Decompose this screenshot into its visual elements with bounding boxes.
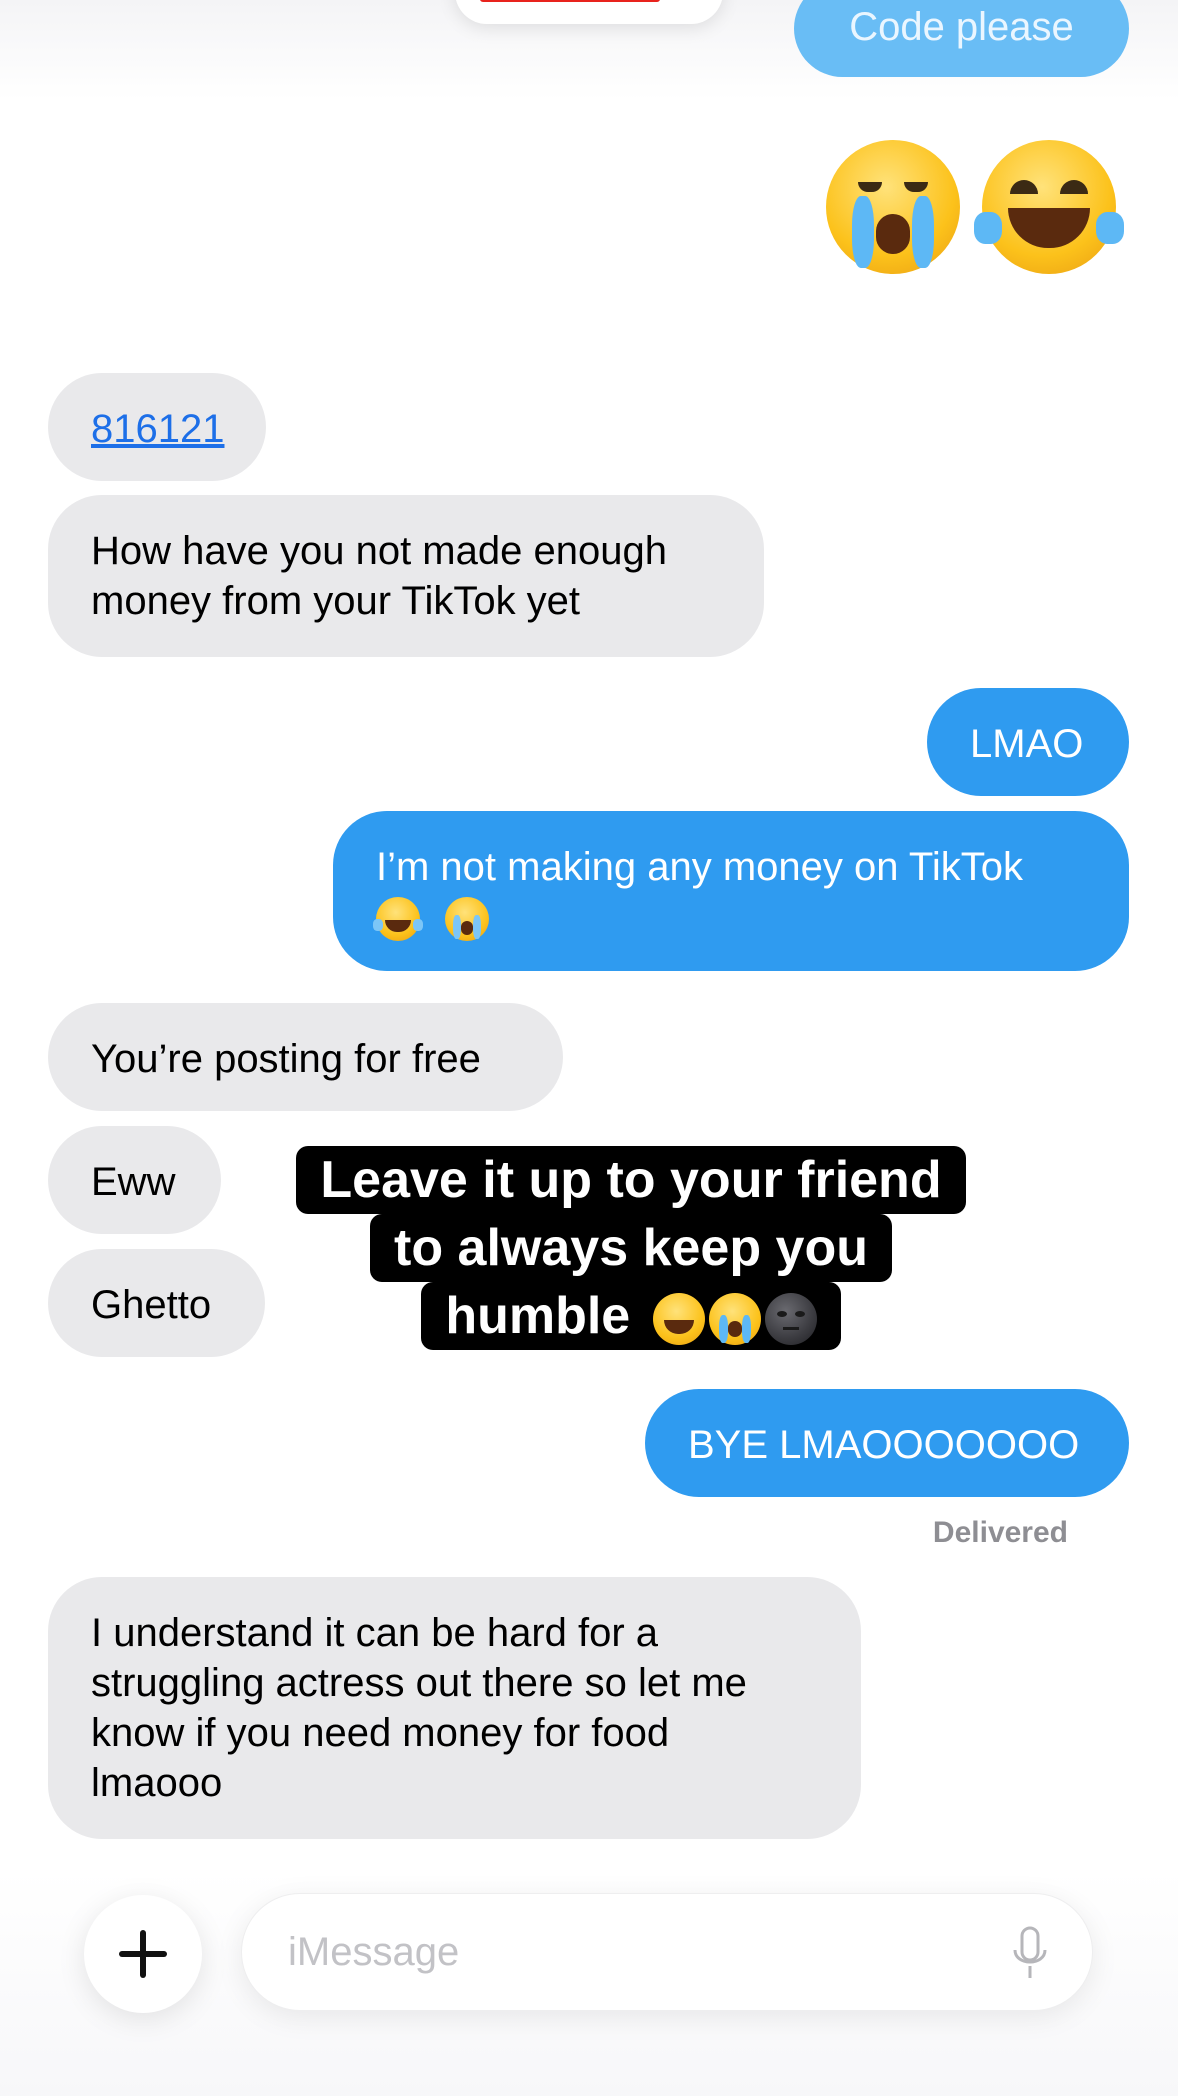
message-emoji-row bbox=[373, 892, 1086, 942]
new-moon-face-icon bbox=[764, 1293, 817, 1346]
crying-face-icon bbox=[826, 140, 960, 274]
microphone-icon[interactable] bbox=[1010, 1926, 1050, 1982]
message-input[interactable]: iMessage bbox=[241, 1893, 1093, 2011]
message-bubble-incoming[interactable]: 816121 bbox=[48, 373, 266, 481]
laughing-face-icon bbox=[974, 140, 1124, 274]
message-bubble-outgoing[interactable]: I’m not making any money on TikTok bbox=[333, 811, 1129, 971]
message-line: know if you need money for food bbox=[91, 1711, 670, 1755]
message-bubble-incoming[interactable]: You’re posting for free bbox=[48, 1003, 563, 1111]
message-line: struggling actress out there so let me bbox=[91, 1661, 747, 1705]
delivered-status: Delivered bbox=[932, 1516, 1068, 1549]
messages-screen: Code please 816121 How have you not made… bbox=[0, 0, 1178, 2096]
message-text: BYE LMAOOOOOOO bbox=[688, 1423, 1080, 1467]
message-bubble-incoming[interactable]: Eww bbox=[48, 1126, 221, 1234]
message-line: How have you not made enough bbox=[91, 529, 667, 573]
overlay-caption: Leave it up to your friend to always kee… bbox=[286, 1146, 976, 1350]
laughing-face-icon bbox=[652, 1293, 705, 1346]
code-link[interactable]: 816121 bbox=[91, 407, 224, 451]
contact-header-pill[interactable] bbox=[455, 0, 723, 24]
message-line: lmaooo bbox=[91, 1761, 223, 1805]
caption-text: humble bbox=[445, 1287, 631, 1345]
message-text: You’re posting for free bbox=[91, 1037, 481, 1081]
add-attachment-button[interactable] bbox=[84, 1895, 202, 2013]
message-bubble-outgoing[interactable]: BYE LMAOOOOOOO bbox=[645, 1389, 1129, 1497]
message-bubble-incoming[interactable]: How have you not made enough money from … bbox=[48, 495, 764, 657]
message-bubble-incoming[interactable]: Ghetto bbox=[48, 1249, 265, 1357]
caption-line: Leave it up to your friend bbox=[296, 1146, 966, 1214]
emoji-message[interactable] bbox=[826, 140, 1130, 280]
message-text: Eww bbox=[91, 1160, 176, 1204]
message-text: LMAO bbox=[970, 722, 1084, 766]
crying-face-icon bbox=[445, 897, 490, 942]
message-bubble-incoming[interactable]: I understand it can be hard for a strugg… bbox=[48, 1577, 861, 1839]
message-line: money from your TikTok yet bbox=[91, 579, 581, 623]
laughing-face-icon bbox=[373, 897, 423, 942]
message-text: Ghetto bbox=[91, 1283, 212, 1327]
message-bubble-outgoing[interactable]: Code please bbox=[794, 0, 1129, 77]
header-pill-accent bbox=[480, 0, 660, 2]
message-text: Code please bbox=[849, 5, 1074, 49]
message-line: I’m not making any money on TikTok bbox=[376, 845, 1023, 889]
caption-line-with-emojis: humble bbox=[421, 1282, 841, 1350]
message-input-placeholder: iMessage bbox=[288, 1930, 460, 1974]
caption-line: to always keep you bbox=[370, 1214, 892, 1282]
message-line: I understand it can be hard for a bbox=[91, 1611, 659, 1655]
message-bubble-outgoing[interactable]: LMAO bbox=[927, 688, 1129, 796]
crying-face-icon bbox=[708, 1293, 761, 1346]
